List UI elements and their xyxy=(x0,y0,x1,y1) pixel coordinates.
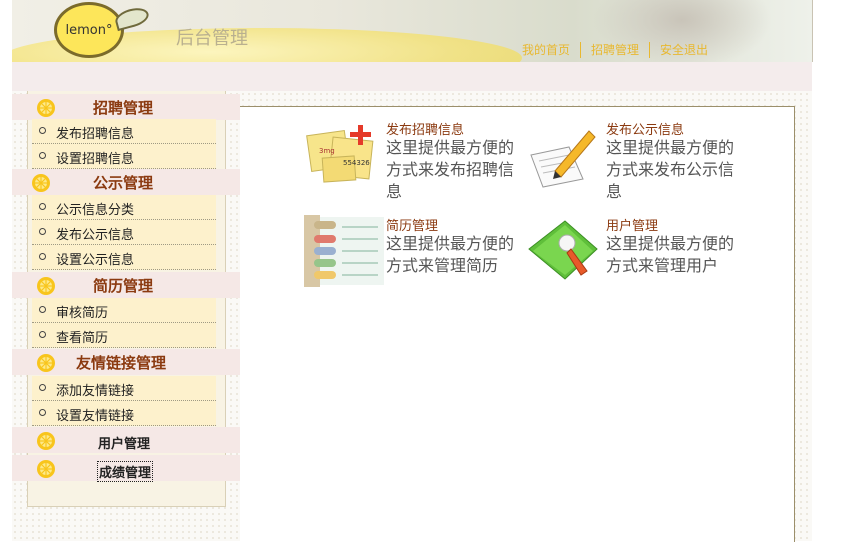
sidebar-item-label: 查看简历 xyxy=(56,331,109,346)
sidebar-item-view-resume[interactable]: 查看简历 xyxy=(32,323,216,348)
right-margin xyxy=(812,62,858,541)
circle-bullet-icon xyxy=(39,127,46,134)
circle-bullet-icon xyxy=(39,253,46,260)
circle-bullet-icon xyxy=(39,228,46,235)
card-resume-manage[interactable]: 简历管理 这里提供最方便的方式来管理简历 xyxy=(304,215,524,295)
circle-bullet-icon xyxy=(39,203,46,210)
sidebar-section-label: 友情链接管理 xyxy=(76,354,167,372)
circle-bullet-icon xyxy=(39,306,46,313)
sidebar-item-label: 设置招聘信息 xyxy=(56,152,135,167)
sidebar-section-users[interactable]: 用户管理 xyxy=(12,427,240,453)
sidebar-section-label: 成绩管理 xyxy=(97,461,154,482)
header-band xyxy=(12,62,812,91)
sidebar-item-label: 设置公示信息 xyxy=(56,253,135,268)
circle-bullet-icon xyxy=(39,384,46,391)
top-nav: 我的首页 招聘管理 安全退出 xyxy=(512,42,718,58)
sidebar-section-links[interactable]: 友情链接管理 xyxy=(12,349,240,375)
sidebar-item-label: 发布招聘信息 xyxy=(56,127,135,142)
sidebar-item-set-link[interactable]: 设置友情链接 xyxy=(32,401,216,426)
card-publish-recruit[interactable]: 3mg 554326 发布招聘信息 这里提供最方便的方式来发布招聘信息 xyxy=(305,119,525,201)
lemon-slice-icon xyxy=(37,354,55,372)
sidebar-item-set-notice[interactable]: 设置公示信息 xyxy=(32,245,216,270)
sidebar-item-publish-recruit[interactable]: 发布招聘信息 xyxy=(32,119,216,144)
lemon-slice-icon xyxy=(37,432,55,450)
lemon-slice-icon xyxy=(37,99,55,117)
sidebar-item-label: 公示信息分类 xyxy=(56,203,135,218)
sidebar-section-recruit[interactable]: 招聘管理 xyxy=(12,94,240,120)
card-description: 这里提供最方便的方式来发布公示信息 xyxy=(606,138,735,201)
lemon-slice-icon xyxy=(32,174,50,192)
sidebar-item-notice-category[interactable]: 公示信息分类 xyxy=(32,195,216,220)
lemon-slice-icon xyxy=(37,460,55,478)
sidebar-item-publish-notice[interactable]: 发布公示信息 xyxy=(32,220,216,245)
card-title: 用户管理 xyxy=(606,219,659,234)
circle-bullet-icon xyxy=(39,331,46,338)
circle-bullet-icon xyxy=(39,409,46,416)
sidebar: 招聘管理 发布招聘信息 设置招聘信息 公示管理 公示信息分类 发布公示信息 设置… xyxy=(12,91,240,541)
sidebar-section-label: 用户管理 xyxy=(98,437,151,452)
nav-home-link[interactable]: 我的首页 xyxy=(512,42,582,58)
nav-recruit-link[interactable]: 招聘管理 xyxy=(581,42,651,58)
sidebar-section-scores[interactable]: 成绩管理 xyxy=(12,455,240,482)
sidebar-item-label: 发布公示信息 xyxy=(56,228,135,243)
circle-bullet-icon xyxy=(39,152,46,159)
pen-paper-icon xyxy=(530,130,596,188)
sidebar-item-label: 设置友情链接 xyxy=(56,409,135,424)
wrench-folder-icon xyxy=(528,220,598,280)
card-user-manage[interactable]: 用户管理 这里提供最方便的方式来管理用户 xyxy=(525,215,745,295)
sidebar-item-set-recruit[interactable]: 设置招聘信息 xyxy=(32,144,216,169)
svg-text:554326: 554326 xyxy=(343,159,370,167)
sidebar-item-add-link[interactable]: 添加友情链接 xyxy=(32,376,216,401)
card-title: 发布招聘信息 xyxy=(386,123,465,138)
sidebar-item-review-resume[interactable]: 审核简历 xyxy=(32,298,216,323)
card-description: 这里提供最方便的方式来管理简历 xyxy=(386,234,515,275)
lemon-logo: lemon° xyxy=(54,2,151,58)
header-banner: lemon° 后台管理 我的首页 招聘管理 安全退出 xyxy=(12,0,813,62)
card-title: 发布公示信息 xyxy=(606,123,685,138)
page-title: 后台管理 xyxy=(176,28,248,49)
notes-plus-icon: 3mg 554326 xyxy=(306,125,374,183)
nav-logout-link[interactable]: 安全退出 xyxy=(650,42,718,58)
leaf-icon xyxy=(113,4,151,32)
card-description: 这里提供最方便的方式来发布招聘信息 xyxy=(386,138,515,201)
sidebar-section-label: 简历管理 xyxy=(93,277,154,295)
card-title: 简历管理 xyxy=(386,219,439,234)
sidebar-section-resume[interactable]: 简历管理 xyxy=(12,272,240,298)
sidebar-section-label: 招聘管理 xyxy=(93,99,154,117)
lemon-slice-icon xyxy=(37,277,55,295)
logo-text: lemon° xyxy=(65,22,113,38)
tabs-folder-icon xyxy=(304,215,384,287)
sidebar-section-notice[interactable]: 公示管理 xyxy=(12,169,240,195)
sidebar-item-label: 审核简历 xyxy=(56,306,109,321)
sidebar-item-label: 添加友情链接 xyxy=(56,384,135,399)
svg-text:3mg: 3mg xyxy=(319,147,335,155)
card-publish-notice[interactable]: 发布公示信息 这里提供最方便的方式来发布公示信息 xyxy=(525,119,745,201)
sidebar-section-label: 公示管理 xyxy=(93,174,154,192)
card-description: 这里提供最方便的方式来管理用户 xyxy=(606,234,735,275)
